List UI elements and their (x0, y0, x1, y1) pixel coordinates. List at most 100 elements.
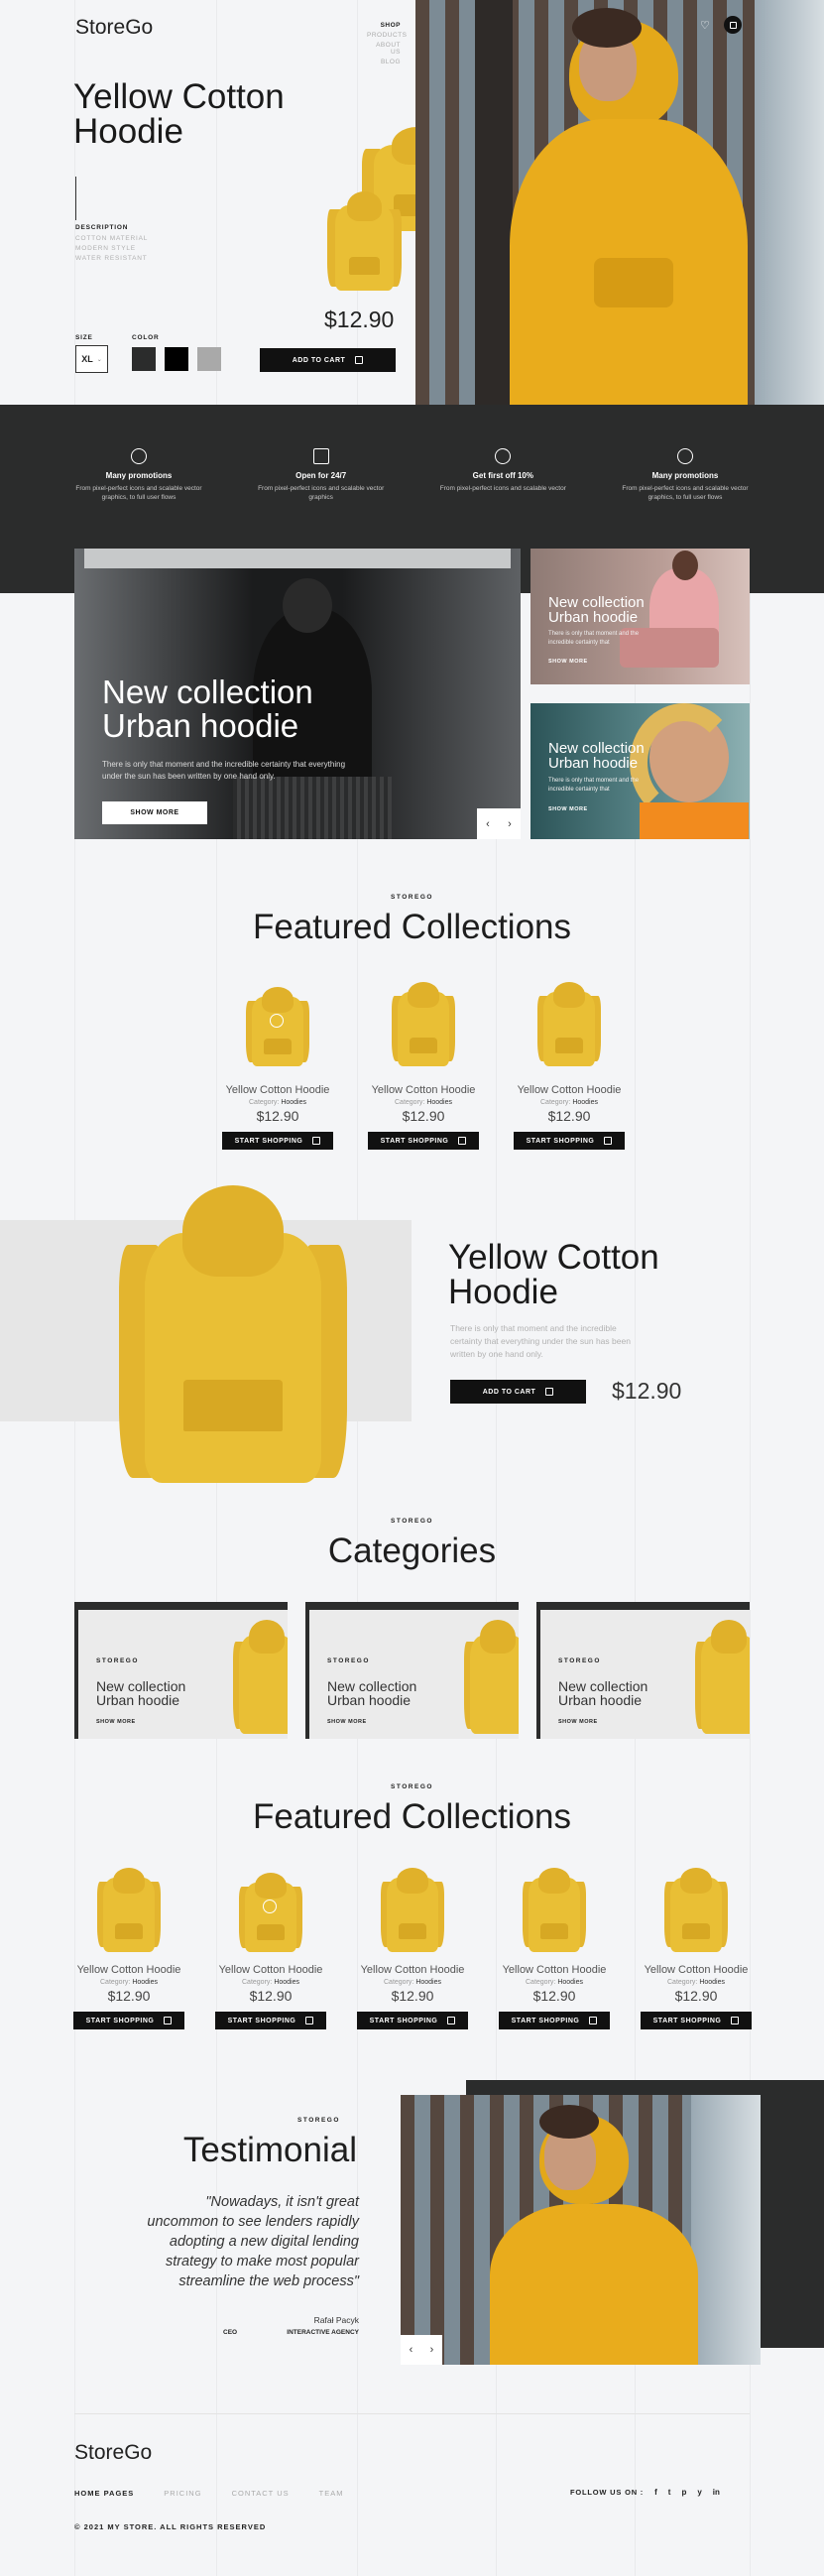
start-shopping-button[interactable]: START SHOPPING (368, 1132, 479, 1150)
category-image (695, 1620, 750, 1734)
category-card[interactable]: STOREGO New collection Urban hoodie SHOW… (536, 1602, 750, 1739)
hero-title-line2: Hoodie (73, 112, 183, 151)
start-shopping-button[interactable]: START SHOPPING (215, 2012, 326, 2029)
bag-icon (458, 1137, 467, 1145)
category-image (464, 1620, 519, 1734)
feature-title: Many promotions (651, 471, 719, 480)
nav-shop[interactable]: SHOP (367, 22, 401, 29)
testimonial-title: Testimonial (182, 2131, 357, 2169)
promo-main-banner[interactable]: New collection Urban hoodie There is onl… (74, 549, 521, 839)
start-shopping-button[interactable]: START SHOPPING (514, 1132, 625, 1150)
product-name: Yellow Cotton Hoodie (517, 1084, 622, 1096)
spotlight-title-line1: Yellow Cotton (448, 1238, 659, 1277)
footer-link-home[interactable]: HOME PAGES (74, 2489, 134, 2498)
chevron-left-icon[interactable]: ‹ (486, 818, 490, 830)
product-card[interactable]: Yellow Cotton Hoodie Category: Hoodies $… (497, 1863, 612, 2029)
product-image (664, 1868, 728, 1952)
product-category: Category: Hoodies (526, 1979, 583, 1986)
youtube-icon[interactable]: y (697, 2488, 701, 2497)
product-card[interactable]: Yellow Cotton Hoodie Category: Hoodies $… (71, 1863, 186, 2029)
promo-side-banner-1[interactable]: New collection Urban hoodie There is onl… (530, 549, 750, 684)
category-link[interactable]: SHOW MORE (96, 1719, 136, 1725)
nav-about[interactable]: ABOUT US (367, 42, 401, 56)
footer-link-team[interactable]: TEAM (319, 2489, 344, 2498)
color-swatch-black[interactable] (165, 347, 188, 371)
start-shopping-button[interactable]: START SHOPPING (222, 1132, 333, 1150)
follow-us: FOLLOW US ON : f t p y in (570, 2488, 720, 2497)
promo-main-title-line1: New collection (102, 674, 313, 710)
start-shopping-button[interactable]: START SHOPPING (357, 2012, 468, 2029)
product-card[interactable]: Yellow Cotton Hoodie Category: Hoodies $… (355, 1863, 470, 2029)
feature-item: Get first off 10% From pixel-perfect ico… (438, 448, 567, 502)
spotlight-title-line2: Hoodie (448, 1273, 558, 1311)
size-select[interactable]: XL ⌄ (75, 345, 108, 373)
testimonial-photo (401, 2095, 761, 2365)
linkedin-icon[interactable]: in (713, 2488, 720, 2497)
spotlight-title: Yellow Cotton Hoodie (448, 1240, 659, 1309)
color-label: COLOR (132, 334, 160, 341)
facebook-icon[interactable]: f (654, 2488, 657, 2497)
add-to-cart-button[interactable]: ADD TO CART (260, 348, 396, 372)
start-shopping-button[interactable]: START SHOPPING (73, 2012, 184, 2029)
product-image (537, 982, 601, 1066)
hero-hoodie-small (327, 191, 402, 291)
brand-logo[interactable]: StoreGo (75, 16, 153, 40)
chevron-right-icon[interactable]: › (430, 2344, 434, 2356)
promo-side-link[interactable]: SHOW MORE (548, 659, 588, 665)
promo-side-text: There is only that moment and the incred… (548, 631, 640, 646)
bag-icon (545, 1388, 554, 1396)
promo-side-link[interactable]: SHOW MORE (548, 806, 588, 812)
nav-products[interactable]: PRODUCTS (367, 32, 407, 39)
promo-side-banner-2[interactable]: New collection Urban hoodie There is onl… (530, 703, 750, 839)
footer-link-pricing[interactable]: PRICING (164, 2489, 201, 2498)
spotlight-add-to-cart-button[interactable]: ADD TO CART (450, 1380, 586, 1404)
copyright: © 2021 MY STORE. ALL RIGHTS RESERVED (74, 2522, 267, 2531)
product-image (381, 1868, 444, 1952)
color-swatch-dark[interactable] (132, 347, 156, 371)
start-shopping-button[interactable]: START SHOPPING (499, 2012, 610, 2029)
show-more-button[interactable]: SHOW MORE (102, 801, 207, 824)
wishlist-icon[interactable]: ♡ (700, 20, 712, 32)
twitter-icon[interactable]: t (668, 2488, 671, 2497)
color-swatch-gray[interactable] (197, 347, 221, 371)
tag-icon (131, 448, 147, 464)
carousel-controls: ‹ › (477, 808, 521, 839)
search-icon[interactable] (263, 1900, 277, 1913)
categories-eyebrow: STOREGO (391, 1518, 433, 1525)
chevron-right-icon[interactable]: › (508, 818, 512, 830)
spotlight-hoodie (119, 1185, 347, 1483)
product-name: Yellow Cotton Hoodie (218, 1964, 323, 1976)
product-card[interactable]: Yellow Cotton Hoodie Category: Hoodies $… (366, 977, 481, 1150)
chevron-left-icon[interactable]: ‹ (410, 2344, 413, 2356)
feature-text: From pixel-perfect icons and scalable ve… (258, 485, 385, 502)
product-price: $12.90 (532, 1988, 576, 2004)
category-title: New collection Urban hoodie (327, 1678, 417, 1708)
category-card[interactable]: STOREGO New collection Urban hoodie SHOW… (305, 1602, 519, 1739)
product-card[interactable]: Yellow Cotton Hoodie Category: Hoodies $… (213, 1863, 328, 2029)
product-card[interactable]: Yellow Cotton Hoodie Category: Hoodies $… (512, 977, 627, 1150)
product-price: $12.90 (249, 1988, 293, 2004)
product-name: Yellow Cotton Hoodie (360, 1964, 465, 1976)
cart-icon[interactable] (724, 16, 742, 34)
start-shopping-button[interactable]: START SHOPPING (641, 2012, 752, 2029)
promo-side-text: There is only that moment and the incred… (548, 778, 640, 793)
footer-link-contact[interactable]: CONTACT US (232, 2489, 290, 2498)
category-card[interactable]: STOREGO New collection Urban hoodie SHOW… (74, 1602, 288, 1739)
feature-item: Many promotions From pixel-perfect icons… (621, 448, 750, 502)
featured2-title: Featured Collections (253, 1797, 571, 1836)
bag-icon (447, 2017, 456, 2024)
product-card[interactable]: Yellow Cotton Hoodie Category: Hoodies $… (639, 1863, 754, 2029)
product-price: $12.90 (391, 1988, 434, 2004)
product-image (392, 982, 455, 1066)
percent-icon (495, 448, 512, 464)
nav-blog[interactable]: BLOG (367, 59, 401, 65)
product-card[interactable]: Yellow Cotton Hoodie Category: Hoodies $… (220, 977, 335, 1150)
description-label: DESCRIPTION (75, 224, 129, 231)
category-title: New collection Urban hoodie (96, 1678, 186, 1708)
search-icon[interactable] (270, 1014, 284, 1028)
category-link[interactable]: SHOW MORE (327, 1719, 367, 1725)
category-link[interactable]: SHOW MORE (558, 1719, 598, 1725)
pinterest-icon[interactable]: p (681, 2488, 686, 2497)
footer-brand[interactable]: StoreGo (74, 2441, 152, 2465)
hero-price: $12.90 (324, 307, 395, 332)
